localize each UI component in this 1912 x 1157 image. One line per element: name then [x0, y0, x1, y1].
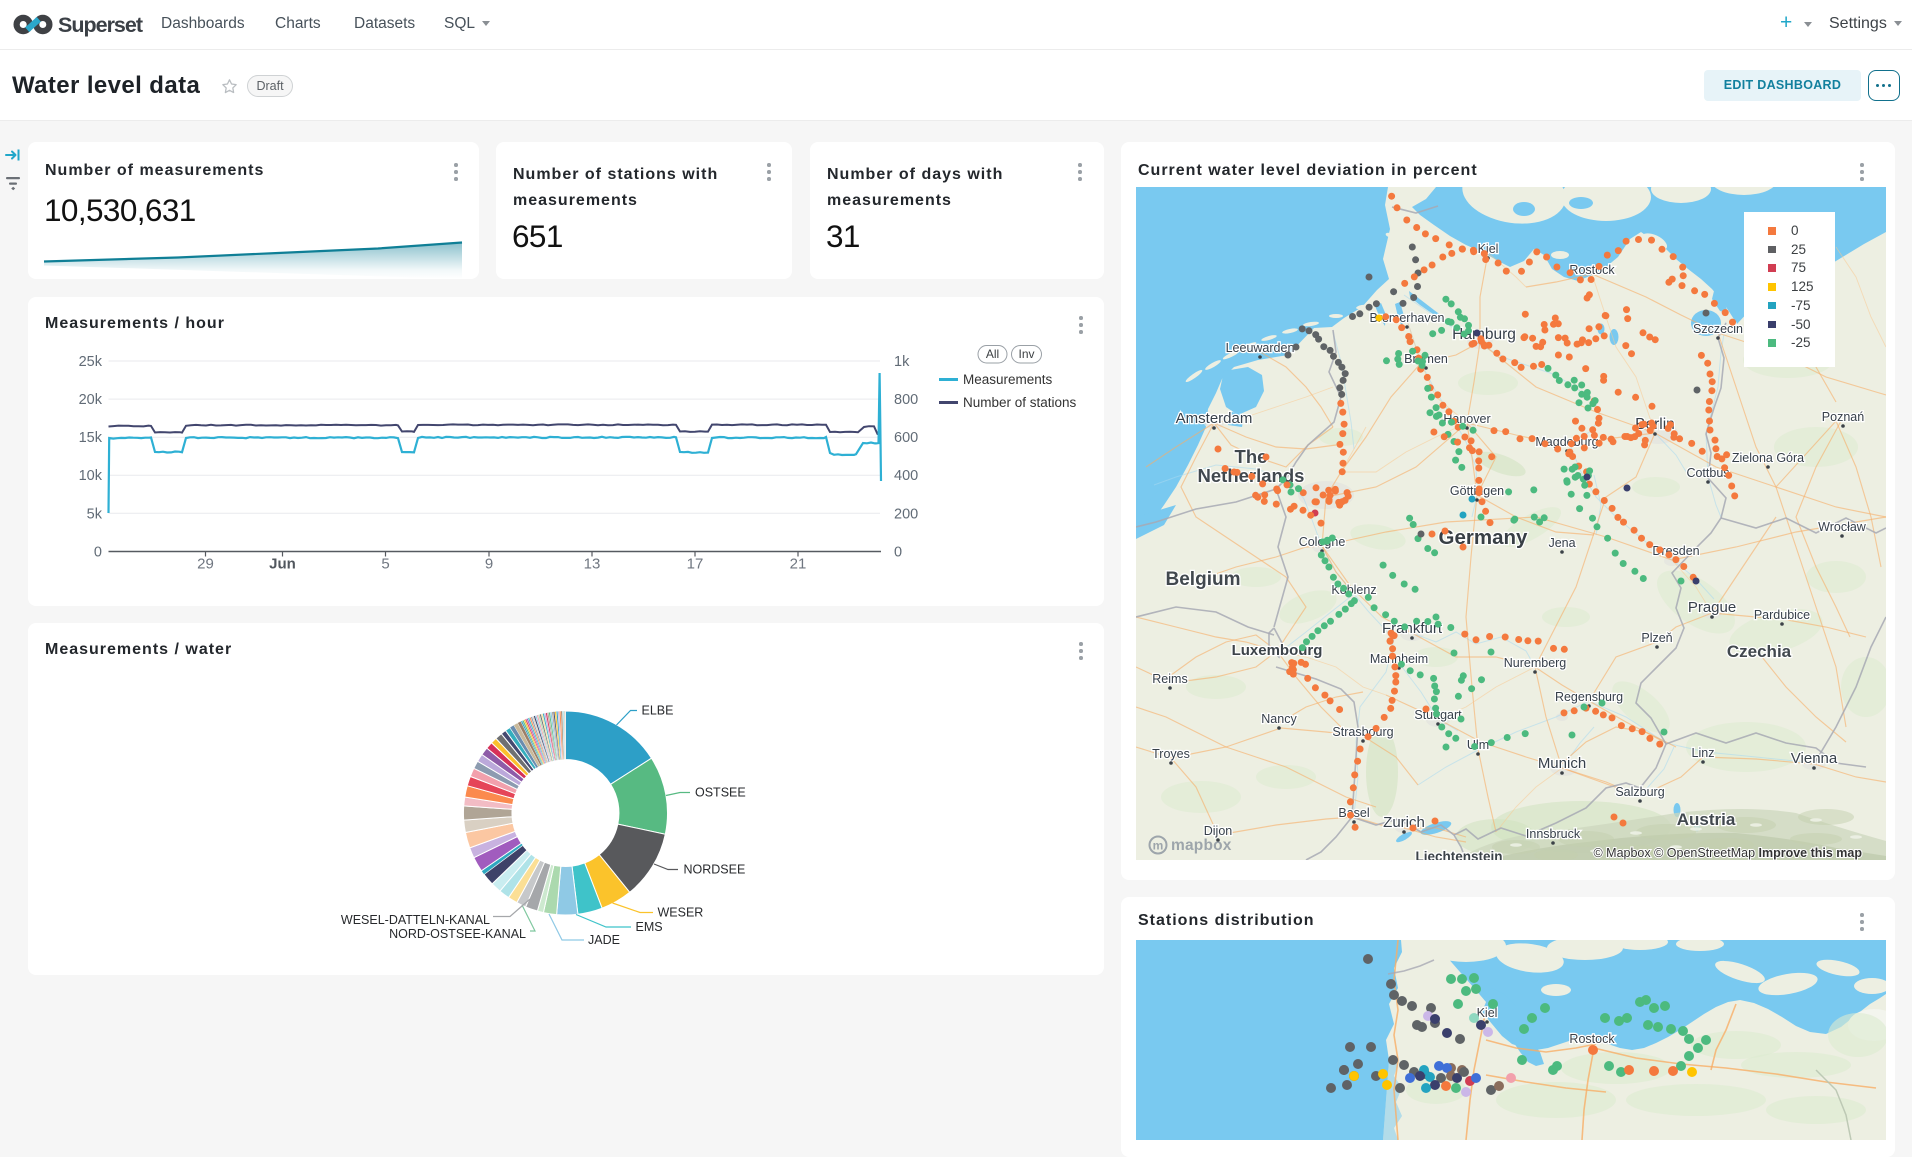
svg-text:Prague: Prague — [1688, 599, 1736, 616]
svg-text:21: 21 — [790, 556, 807, 573]
svg-text:Jena: Jena — [1548, 536, 1575, 550]
svg-text:Belgium: Belgium — [1166, 569, 1241, 590]
svg-text:13: 13 — [584, 556, 601, 573]
svg-text:Nancy: Nancy — [1261, 712, 1297, 726]
svg-text:All: All — [986, 347, 999, 361]
svg-text:Luxembourg: Luxembourg — [1232, 642, 1323, 659]
svg-text:Rostock: Rostock — [1569, 263, 1615, 277]
svg-text:Vienna: Vienna — [1791, 750, 1838, 767]
svg-text:The: The — [1235, 446, 1268, 467]
svg-text:200: 200 — [894, 506, 918, 522]
svg-text:Plzeň: Plzeň — [1641, 631, 1672, 645]
svg-text:OSTSEE: OSTSEE — [695, 786, 746, 800]
svg-text:25k: 25k — [79, 354, 103, 370]
svg-text:Regensburg: Regensburg — [1555, 690, 1623, 704]
svg-text:© Mapbox © OpenStreetMap Impro: © Mapbox © OpenStreetMap Improve this ma… — [1593, 846, 1862, 860]
svg-text:9: 9 — [485, 556, 493, 573]
svg-text:JADE: JADE — [588, 933, 620, 947]
svg-text:5k: 5k — [87, 506, 103, 522]
svg-text:Amsterdam: Amsterdam — [1176, 410, 1253, 427]
svg-text:Pardubice: Pardubice — [1754, 608, 1810, 622]
svg-text:m: m — [1153, 839, 1164, 853]
svg-text:ELBE: ELBE — [642, 704, 674, 718]
svg-text:Rostock: Rostock — [1569, 1032, 1615, 1046]
svg-text:17: 17 — [687, 556, 704, 573]
svg-text:Zielona Góra: Zielona Góra — [1732, 451, 1804, 465]
svg-text:Basel: Basel — [1338, 806, 1369, 820]
svg-text:15k: 15k — [79, 430, 103, 446]
svg-text:Jun: Jun — [269, 556, 296, 573]
svg-text:5: 5 — [381, 556, 389, 573]
svg-text:WESEL-DATTELN-KANAL: WESEL-DATTELN-KANAL — [341, 913, 490, 927]
svg-text:Zurich: Zurich — [1383, 814, 1425, 831]
svg-text:Munich: Munich — [1538, 755, 1586, 772]
svg-text:Strasbourg: Strasbourg — [1332, 725, 1393, 739]
svg-text:29: 29 — [197, 556, 214, 573]
svg-text:400: 400 — [894, 468, 918, 484]
svg-text:Austria: Austria — [1677, 810, 1736, 829]
svg-text:Szczecin: Szczecin — [1693, 322, 1743, 336]
svg-text:Poznań: Poznań — [1822, 410, 1864, 424]
svg-text:Ulm: Ulm — [1467, 738, 1489, 752]
svg-text:Liechtenstein: Liechtenstein — [1415, 849, 1502, 860]
svg-text:10k: 10k — [79, 468, 103, 484]
svg-text:Germany: Germany — [1439, 526, 1528, 549]
svg-text:Salzburg: Salzburg — [1615, 785, 1664, 799]
svg-text:20k: 20k — [79, 392, 103, 408]
svg-text:Czechia: Czechia — [1727, 642, 1792, 661]
svg-text:800: 800 — [894, 392, 918, 408]
svg-text:WESER: WESER — [658, 906, 704, 920]
svg-text:Measurements: Measurements — [963, 372, 1053, 387]
svg-text:NORDSEE: NORDSEE — [684, 863, 746, 877]
svg-text:0: 0 — [894, 545, 902, 561]
svg-text:Number of stations: Number of stations — [963, 395, 1077, 410]
svg-text:Wrocław: Wrocław — [1818, 520, 1867, 534]
svg-text:Nuremberg: Nuremberg — [1504, 656, 1567, 670]
svg-text:Inv: Inv — [1018, 347, 1034, 361]
svg-text:Linz: Linz — [1692, 746, 1715, 760]
svg-text:Troyes: Troyes — [1152, 747, 1190, 761]
svg-text:Innsbruck: Innsbruck — [1526, 827, 1581, 841]
svg-text:NORD-OSTSEE-KANAL: NORD-OSTSEE-KANAL — [389, 927, 526, 941]
svg-text:Kiel: Kiel — [1478, 242, 1499, 256]
svg-text:Dijon: Dijon — [1204, 824, 1233, 838]
svg-text:1k: 1k — [894, 354, 910, 370]
svg-text:600: 600 — [894, 430, 918, 446]
svg-text:EMS: EMS — [636, 920, 663, 934]
svg-text:Reims: Reims — [1152, 672, 1187, 686]
svg-text:0: 0 — [94, 545, 102, 561]
svg-text:Leeuwarden: Leeuwarden — [1226, 341, 1295, 355]
svg-text:mapbox: mapbox — [1171, 837, 1232, 854]
